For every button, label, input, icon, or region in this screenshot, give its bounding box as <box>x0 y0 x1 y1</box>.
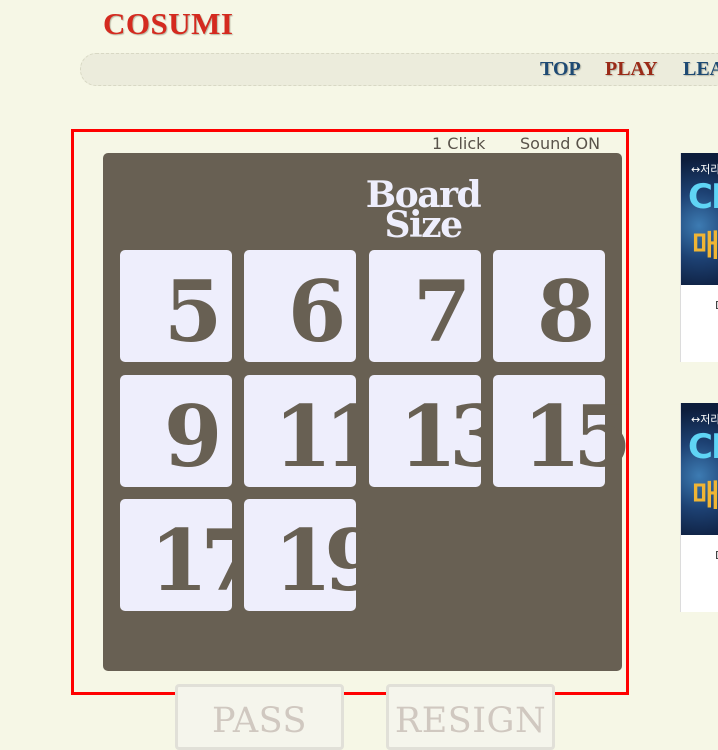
board-size-label: 6 <box>287 262 347 361</box>
ad-image: ↔저라 CI 매! <box>681 403 718 535</box>
board-size-8-button[interactable]: 8 <box>493 250 605 362</box>
site-logo[interactable]: COSUMI <box>103 6 233 42</box>
ad-tag: ↔저라 <box>691 163 718 176</box>
nav-leagues-link[interactable]: LEA <box>683 58 718 81</box>
ad-logo: CI <box>688 427 718 467</box>
board-size-title: Board Size <box>365 174 482 246</box>
board-size-label: 15 <box>522 387 632 486</box>
ad-image: ↔저라 CI 매! <box>681 153 718 285</box>
ad-tag: ↔저라 <box>691 413 718 426</box>
board-size-13-button[interactable]: 13 <box>369 375 508 487</box>
nav-play-link[interactable]: PLAY <box>605 58 658 81</box>
side-ad-1[interactable]: ↔저라 CI 매! D <box>680 153 718 362</box>
board-size-label: 17 <box>149 511 259 610</box>
main-nav: TOP PLAY LEA <box>80 53 718 86</box>
click-mode-toggle[interactable]: 1 Click <box>432 134 485 153</box>
board-size-label: 11 <box>273 387 383 486</box>
board-size-label: 8 <box>536 262 596 361</box>
board-size-5-button[interactable]: 5 <box>120 250 232 362</box>
board-size-label: 9 <box>163 387 223 486</box>
board-size-7-button[interactable]: 7 <box>369 250 481 362</box>
board-size-label: 7 <box>412 262 472 361</box>
board-size-6-button[interactable]: 6 <box>244 250 356 362</box>
ad-logo: CI <box>688 177 718 217</box>
pass-label: PASS <box>212 701 307 741</box>
sound-toggle[interactable]: Sound ON <box>520 134 600 153</box>
resign-label: RESIGN <box>394 701 547 741</box>
ad-logo: 매! <box>692 479 718 514</box>
board-size-9-button[interactable]: 9 <box>120 375 232 487</box>
ad-logo: 매! <box>692 229 718 264</box>
board-size-label: 5 <box>163 262 223 361</box>
board-size-17-button[interactable]: 17 <box>120 499 259 611</box>
board-size-19-button[interactable]: 19 <box>244 499 383 611</box>
resign-button[interactable]: RESIGN <box>386 684 555 750</box>
side-ad-2[interactable]: ↔저라 CI 매! D <box>680 403 718 612</box>
board-size-15-button[interactable]: 15 <box>493 375 632 487</box>
board-size-label: 19 <box>273 511 383 610</box>
pass-button[interactable]: PASS <box>175 684 344 750</box>
nav-top-link[interactable]: TOP <box>540 58 581 81</box>
board-size-11-button[interactable]: 11 <box>244 375 383 487</box>
board-size-label: 13 <box>398 387 508 486</box>
